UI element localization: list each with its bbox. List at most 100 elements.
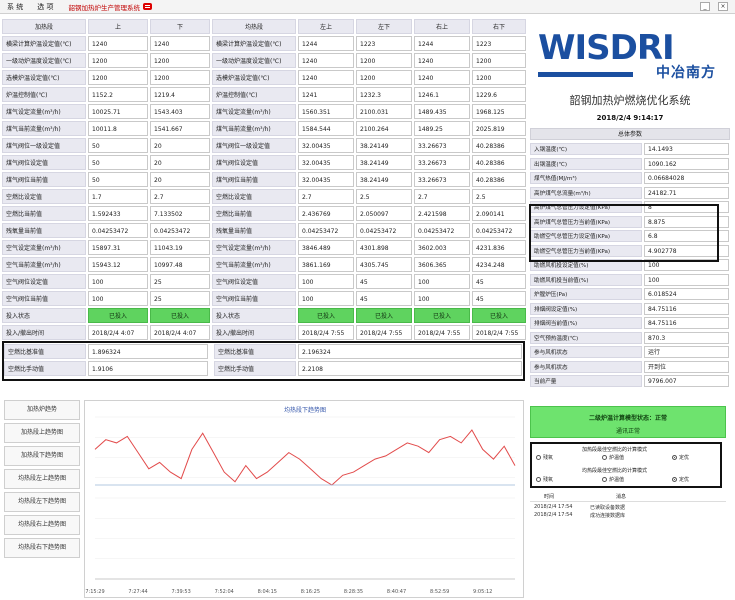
value-field[interactable]: 1223: [472, 36, 526, 51]
value-field[interactable]: 40.28386: [472, 138, 526, 153]
value-field[interactable]: 1200: [356, 70, 412, 85]
opt1-title: 加热段最佳空燃比的计算模式: [582, 447, 648, 453]
value-field[interactable]: 45: [356, 291, 412, 306]
value-field[interactable]: 3846.489: [298, 240, 354, 255]
value-field[interactable]: 33.26673: [414, 155, 470, 170]
value-field[interactable]: 33.26673: [414, 138, 470, 153]
param-row: 出钢温度(℃) 1090.162: [530, 157, 730, 171]
value-field[interactable]: 1240: [298, 53, 354, 68]
value-field[interactable]: 2.090141: [472, 206, 526, 221]
value-field[interactable]: 3606.365: [414, 257, 470, 272]
value-field[interactable]: 4234.248: [472, 257, 526, 272]
value-field[interactable]: 1244: [414, 36, 470, 51]
opt2-optimal[interactable]: 定优: [672, 476, 689, 483]
value-field[interactable]: 40.28386: [472, 172, 526, 187]
value-field[interactable]: 32.00435: [298, 155, 354, 170]
value-field[interactable]: 4231.836: [472, 240, 526, 255]
trend-nav-button[interactable]: 加热段下趋势图: [4, 446, 80, 466]
value-field[interactable]: 1584.544: [298, 121, 354, 136]
value-field[interactable]: 0.04253472: [414, 223, 470, 238]
value-field[interactable]: 32.00435: [298, 138, 354, 153]
value-field[interactable]: 40.28386: [472, 155, 526, 170]
value-field[interactable]: 1200: [356, 53, 412, 68]
value-field[interactable]: 2.436769: [298, 206, 354, 221]
value-field[interactable]: 1246.1: [414, 87, 470, 102]
value-field[interactable]: 38.24149: [356, 172, 412, 187]
opt1-residual-o2[interactable]: 残氧: [536, 454, 553, 461]
value-field[interactable]: 100: [414, 274, 470, 289]
value-field[interactable]: 1200: [472, 70, 526, 85]
value-field[interactable]: 1232.3: [356, 87, 412, 102]
value-field[interactable]: 45: [472, 274, 526, 289]
value-field[interactable]: 2025.819: [472, 121, 526, 136]
value-field[interactable]: 1489.25: [414, 121, 470, 136]
value-field[interactable]: 45: [356, 274, 412, 289]
trend-nav-button[interactable]: 均热段左下趋势图: [4, 492, 80, 512]
value-field[interactable]: 100: [298, 291, 354, 306]
trend-nav-button[interactable]: 均热段左上趋势图: [4, 469, 80, 489]
value-field[interactable]: 1200: [472, 53, 526, 68]
close-button[interactable]: ×: [718, 2, 728, 11]
value-field[interactable]: 100: [414, 291, 470, 306]
trend-nav-button[interactable]: 均热段右下趋势图: [4, 538, 80, 558]
value-field[interactable]: 2.5: [472, 189, 526, 204]
radio-selected-icon[interactable]: [672, 477, 677, 482]
value-field[interactable]: 2018/2/4 7:55: [298, 325, 354, 340]
opt1-optimal[interactable]: 定优: [672, 454, 689, 461]
value-field[interactable]: 100: [298, 274, 354, 289]
radio-icon[interactable]: [602, 477, 607, 482]
value-field[interactable]: 0.04253472: [356, 223, 412, 238]
radio-icon[interactable]: [602, 455, 607, 460]
value-field[interactable]: 2.7: [414, 189, 470, 204]
value-field[interactable]: 1968.125: [472, 104, 526, 119]
value-field[interactable]: 1229.6: [472, 87, 526, 102]
value-field[interactable]: 32.00435: [298, 172, 354, 187]
value-field[interactable]: 1240: [298, 70, 354, 85]
trend-nav-button[interactable]: 加热炉趋势: [4, 400, 80, 420]
minimize-button[interactable]: _: [700, 2, 710, 11]
value-field[interactable]: 1240: [414, 53, 470, 68]
value-field[interactable]: 45: [472, 291, 526, 306]
value-field[interactable]: 1240: [414, 70, 470, 85]
message-icon[interactable]: [142, 3, 152, 10]
radio-icon[interactable]: [536, 477, 541, 482]
menu-options[interactable]: 选 项: [30, 0, 60, 14]
row-label: 空气设定流量(m³/h): [212, 240, 296, 255]
value-field[interactable]: 4301.898: [356, 240, 412, 255]
value-field[interactable]: 1223: [356, 36, 412, 51]
value-field[interactable]: 2.050097: [356, 206, 412, 221]
param-label: 出钢温度(℃): [530, 157, 642, 170]
value-field[interactable]: 2018/2/4 7:55: [356, 325, 412, 340]
opt-label: 定优: [679, 477, 690, 483]
opt1-furnace-temp[interactable]: 炉温值: [602, 454, 624, 461]
value-field[interactable]: 33.26673: [414, 172, 470, 187]
value-field[interactable]: 3861.169: [298, 257, 354, 272]
trend-nav-button[interactable]: 均热段右上趋势图: [4, 515, 80, 535]
value-field[interactable]: 2100.031: [356, 104, 412, 119]
value-field[interactable]: 1241: [298, 87, 354, 102]
value-field[interactable]: 2018/2/4 7:55: [472, 325, 526, 340]
value-field[interactable]: 2.5: [356, 189, 412, 204]
value-field[interactable]: 2018/2/4 7:55: [414, 325, 470, 340]
value-field[interactable]: 2.421598: [414, 206, 470, 221]
value-field[interactable]: 38.24149: [356, 155, 412, 170]
value-field[interactable]: 1560.351: [298, 104, 354, 119]
value-field[interactable]: 1489.435: [414, 104, 470, 119]
opt2-residual-o2[interactable]: 残氧: [536, 476, 553, 483]
value-field[interactable]: 1244: [298, 36, 354, 51]
trend-nav-button[interactable]: 加热段上趋势图: [4, 423, 80, 443]
param-label: 助燃风机投当前值(%): [530, 273, 642, 286]
radio-icon[interactable]: [536, 455, 541, 460]
value-field[interactable]: 2.7: [298, 189, 354, 204]
value-field[interactable]: 2100.264: [356, 121, 412, 136]
opt2-furnace-temp[interactable]: 炉温值: [602, 476, 624, 483]
value-field[interactable]: 0.04253472: [472, 223, 526, 238]
value-field[interactable]: 3602.003: [414, 240, 470, 255]
value-field[interactable]: 38.24149: [356, 138, 412, 153]
param-value: 开到位: [644, 360, 729, 373]
value-field[interactable]: 4305.745: [356, 257, 412, 272]
opt2-title: 均热段最佳空燃比的计算模式: [582, 468, 648, 474]
menu-system[interactable]: 系 统: [0, 0, 30, 14]
value-field[interactable]: 0.04253472: [298, 223, 354, 238]
radio-selected-icon[interactable]: [672, 455, 677, 460]
